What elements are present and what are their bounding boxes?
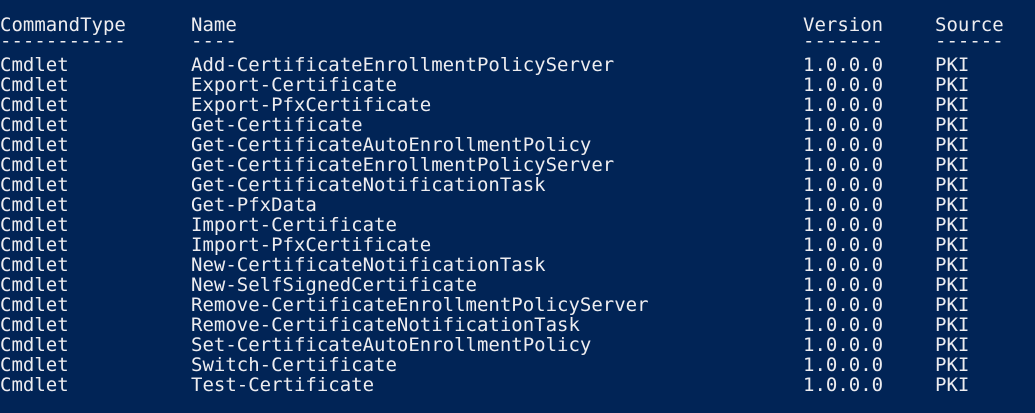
cell-command-type: Cmdlet xyxy=(0,314,69,336)
cell-version: 1.0.0.0 xyxy=(803,214,884,236)
cell-name: Set-CertificateAutoEnrollmentPolicy xyxy=(191,334,592,356)
cell-command-type: Cmdlet xyxy=(0,294,69,316)
table-row: Cmdlet Export-PfxCertificate 1.0.0.0 PKI xyxy=(0,95,1035,115)
cell-source: PKI xyxy=(935,274,970,296)
cell-command-type: Cmdlet xyxy=(0,74,69,96)
cell-name: Get-CertificateNotificationTask xyxy=(191,174,546,196)
table-row: Cmdlet Add-CertificateEnrollmentPolicySer… xyxy=(0,55,1035,75)
cell-name: Remove-CertificateNotificationTask xyxy=(191,314,580,336)
cell-version: 1.0.0.0 xyxy=(803,354,884,376)
table-row: Cmdlet Get-PfxData 1.0.0.0 PKI xyxy=(0,195,1035,215)
cell-version: 1.0.0.0 xyxy=(803,254,884,276)
cell-name: Export-PfxCertificate xyxy=(191,94,432,116)
table-row: Cmdlet New-SelfSignedCertificate 1.0.0.0 PK… xyxy=(0,275,1035,295)
cell-source: PKI xyxy=(935,134,970,156)
cell-version: 1.0.0.0 xyxy=(803,154,884,176)
cell-command-type: Cmdlet xyxy=(0,274,69,296)
powershell-console[interactable]: CommandType Name Version Source --------… xyxy=(0,0,1035,413)
cell-name: Get-CertificateAutoEnrollmentPolicy xyxy=(191,134,592,156)
cell-version: 1.0.0.0 xyxy=(803,54,884,76)
cell-command-type: Cmdlet xyxy=(0,254,69,276)
cell-name: Add-CertificateEnrollmentPolicyServer xyxy=(191,54,615,76)
cell-source: PKI xyxy=(935,214,970,236)
cell-source: PKI xyxy=(935,94,970,116)
cell-source: PKI xyxy=(935,354,970,376)
cell-version: 1.0.0.0 xyxy=(803,114,884,136)
table-row: Cmdlet Remove-CertificateEnrollmentPolicy… xyxy=(0,295,1035,315)
cell-name: Export-Certificate xyxy=(191,74,397,96)
separator-version: ------- xyxy=(803,30,884,52)
cell-source: PKI xyxy=(935,254,970,276)
cell-command-type: Cmdlet xyxy=(0,54,69,76)
cell-name: New-SelfSignedCertificate xyxy=(191,274,477,296)
cell-name: Import-Certificate xyxy=(191,214,397,236)
cell-source: PKI xyxy=(935,334,970,356)
cell-command-type: Cmdlet xyxy=(0,374,69,396)
separator-command-type: ----------- xyxy=(0,30,126,52)
cell-source: PKI xyxy=(935,234,970,256)
cell-source: PKI xyxy=(935,174,970,196)
cell-name: Get-Certificate xyxy=(191,114,363,136)
table-row: Cmdlet Import-PfxCertificate 1.0.0.0 PKI xyxy=(0,235,1035,255)
cell-version: 1.0.0.0 xyxy=(803,174,884,196)
cell-source: PKI xyxy=(935,314,970,336)
cell-name: Switch-Certificate xyxy=(191,354,397,376)
cell-source: PKI xyxy=(935,374,970,396)
cell-version: 1.0.0.0 xyxy=(803,274,884,296)
cell-command-type: Cmdlet xyxy=(0,174,69,196)
cell-name: Import-PfxCertificate xyxy=(191,234,432,256)
cell-name: Get-CertificateEnrollmentPolicyServer xyxy=(191,154,615,176)
cell-command-type: Cmdlet xyxy=(0,214,69,236)
cell-version: 1.0.0.0 xyxy=(803,294,884,316)
cell-name: New-CertificateNotificationTask xyxy=(191,254,546,276)
cell-version: 1.0.0.0 xyxy=(803,314,884,336)
table-row: Cmdlet New-CertificateNotificationTask 1.0… xyxy=(0,255,1035,275)
cell-command-type: Cmdlet xyxy=(0,134,69,156)
cell-name: Test-Certificate xyxy=(191,374,375,396)
separator-source: ------ xyxy=(935,30,1004,52)
cell-source: PKI xyxy=(935,114,970,136)
cell-command-type: Cmdlet xyxy=(0,114,69,136)
table-header-separator: ----------- ---- ------- ------ xyxy=(0,31,1035,55)
table-row: Cmdlet Get-CertificateNotificationTask 1.0… xyxy=(0,175,1035,195)
cell-source: PKI xyxy=(935,194,970,216)
table-body: Cmdlet Add-CertificateEnrollmentPolicySer… xyxy=(0,55,1035,395)
table-row: Cmdlet Switch-Certificate 1.0.0.0 PKI xyxy=(0,355,1035,375)
cell-version: 1.0.0.0 xyxy=(803,134,884,156)
table-row: Cmdlet Get-CertificateAutoEnrollmentPolic… xyxy=(0,135,1035,155)
cell-command-type: Cmdlet xyxy=(0,94,69,116)
cell-version: 1.0.0.0 xyxy=(803,374,884,396)
cell-version: 1.0.0.0 xyxy=(803,194,884,216)
cell-command-type: Cmdlet xyxy=(0,154,69,176)
cell-source: PKI xyxy=(935,54,970,76)
table-row: Cmdlet Remove-CertificateNotificationTask… xyxy=(0,315,1035,335)
table-row: Cmdlet Get-Certificate 1.0.0.0 PKI xyxy=(0,115,1035,135)
cell-name: Remove-CertificateEnrollmentPolicyServer xyxy=(191,294,649,316)
table-row: Cmdlet Set-CertificateAutoEnrollmentPolic… xyxy=(0,335,1035,355)
table-row: Cmdlet Get-CertificateEnrollmentPolicySer… xyxy=(0,155,1035,175)
cell-version: 1.0.0.0 xyxy=(803,74,884,96)
table-row: Cmdlet Import-Certificate 1.0.0.0 PKI xyxy=(0,215,1035,235)
cell-source: PKI xyxy=(935,294,970,316)
cell-source: PKI xyxy=(935,154,970,176)
cell-version: 1.0.0.0 xyxy=(803,94,884,116)
cell-command-type: Cmdlet xyxy=(0,194,69,216)
cell-version: 1.0.0.0 xyxy=(803,234,884,256)
cell-command-type: Cmdlet xyxy=(0,234,69,256)
cell-version: 1.0.0.0 xyxy=(803,334,884,356)
separator-name: ---- xyxy=(191,30,237,52)
table-row: Cmdlet Export-Certificate 1.0.0.0 PKI xyxy=(0,75,1035,95)
cell-command-type: Cmdlet xyxy=(0,354,69,376)
cell-name: Get-PfxData xyxy=(191,194,317,216)
cell-source: PKI xyxy=(935,74,970,96)
cell-command-type: Cmdlet xyxy=(0,334,69,356)
table-row: Cmdlet Test-Certificate 1.0.0.0 PKI xyxy=(0,375,1035,395)
